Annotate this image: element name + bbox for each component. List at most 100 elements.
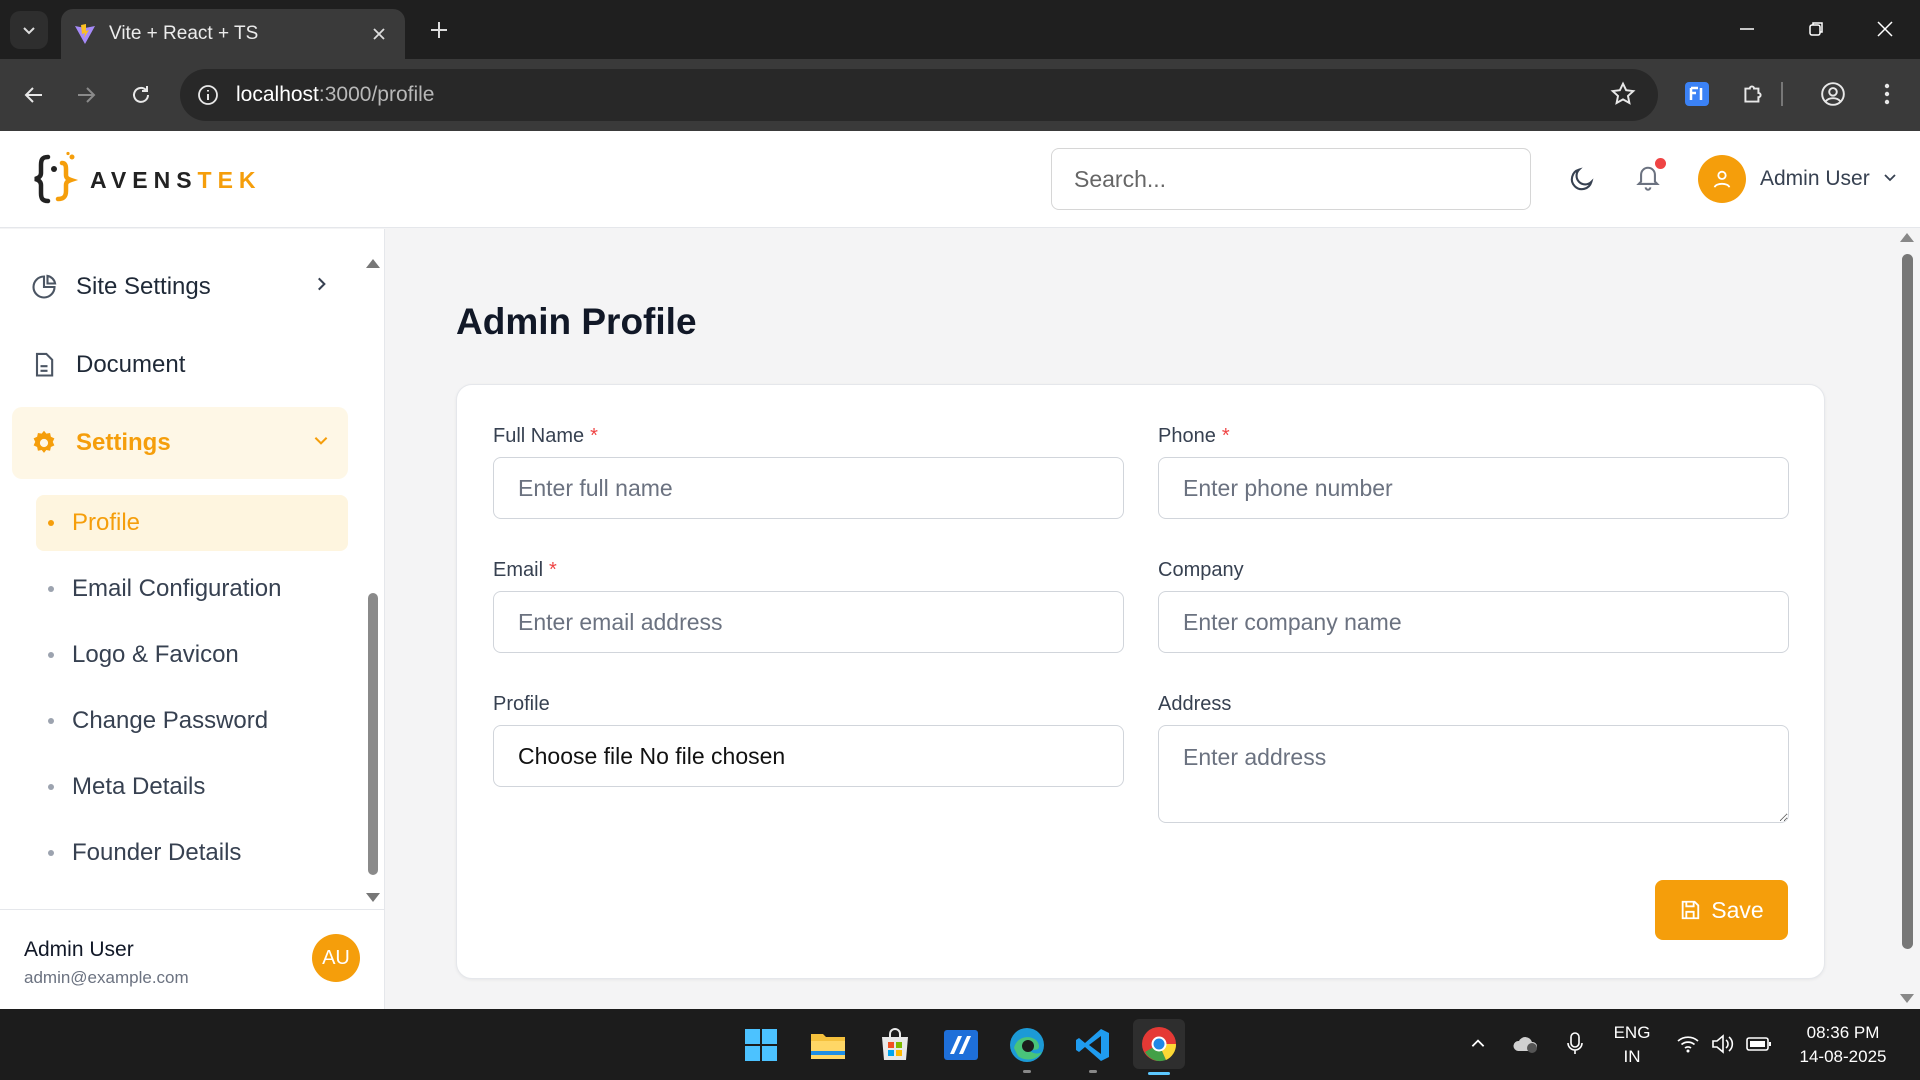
sidebar-scroll-down-arrow[interactable] xyxy=(366,893,380,902)
phone-input[interactable] xyxy=(1158,457,1789,519)
extensions-puzzle-icon[interactable] xyxy=(1736,77,1770,111)
clock[interactable]: 08:36 PM 14-08-2025 xyxy=(1788,1021,1898,1069)
tab-search-button[interactable] xyxy=(10,11,48,49)
windows-start-icon[interactable] xyxy=(739,1023,783,1067)
onedrive-icon[interactable] xyxy=(1511,1029,1541,1059)
document-icon xyxy=(35,352,54,377)
address-textarea[interactable] xyxy=(1158,725,1789,823)
sidebar-subitem-founder-details[interactable]: Founder Details xyxy=(36,825,348,881)
footer-user-name: Admin User xyxy=(24,938,134,961)
vscode-icon[interactable] xyxy=(1071,1023,1115,1073)
pie-chart-icon xyxy=(32,274,57,299)
volume-icon[interactable] xyxy=(1708,1029,1738,1059)
avatar xyxy=(1698,155,1746,203)
sidebar-subitem-meta-details[interactable]: Meta Details xyxy=(36,759,348,815)
bullet-icon xyxy=(48,784,54,790)
sidebar-subitem-change-password[interactable]: Change Password xyxy=(36,693,348,749)
app-icon[interactable] xyxy=(939,1023,983,1067)
file-input-text: Choose file No file chosen xyxy=(518,742,786,769)
close-icon xyxy=(1877,21,1893,37)
sidebar-item-settings[interactable]: Settings xyxy=(12,407,348,479)
phone-label: Phone * xyxy=(1158,425,1230,447)
close-window-button[interactable] xyxy=(1870,14,1900,44)
company-input[interactable] xyxy=(1158,591,1789,653)
sidebar-item-label: Settings xyxy=(76,429,171,456)
minimize-icon xyxy=(1740,28,1754,30)
microsoft-store-icon[interactable] xyxy=(873,1023,917,1067)
chevron-down-icon xyxy=(23,27,35,35)
page-scrollbar-thumb[interactable] xyxy=(1902,254,1913,949)
file-explorer-icon[interactable] xyxy=(806,1023,850,1067)
sidebar-item-site-settings[interactable]: Site Settings xyxy=(12,251,348,323)
back-button[interactable] xyxy=(18,79,50,111)
reload-icon xyxy=(133,86,149,103)
email-input[interactable] xyxy=(493,591,1124,653)
site-info-icon[interactable] xyxy=(194,81,222,109)
profile-file-input[interactable]: Choose file No file chosen xyxy=(493,725,1124,787)
profile-icon[interactable] xyxy=(1816,77,1850,111)
new-tab-button[interactable] xyxy=(425,16,453,44)
language-indicator[interactable]: ENG IN xyxy=(1610,1021,1654,1069)
microphone-icon[interactable] xyxy=(1560,1029,1590,1059)
sidebar-subitem-label: Email Configuration xyxy=(72,575,282,602)
chrome-icon[interactable] xyxy=(1133,1019,1185,1075)
page-title: Admin Profile xyxy=(456,301,697,342)
footer-user-email: admin@example.com xyxy=(24,968,189,987)
chevron-down-icon xyxy=(1882,169,1898,190)
sidebar-subitem-label: Founder Details xyxy=(72,839,242,866)
logo-text: AVENSTEK xyxy=(90,166,262,193)
user-icon xyxy=(1713,170,1731,188)
arrow-right-icon xyxy=(78,87,96,103)
sidebar-subitem-label: Meta Details xyxy=(72,773,206,800)
restore-button[interactable] xyxy=(1801,14,1831,44)
edge-icon[interactable] xyxy=(1005,1023,1049,1073)
active-indicator xyxy=(1148,1072,1170,1075)
browser-menu-icon[interactable] xyxy=(1870,77,1904,111)
tab-close-icon[interactable] xyxy=(367,22,391,46)
chevron-down-icon xyxy=(312,431,330,454)
full-name-input[interactable] xyxy=(493,457,1124,519)
bullet-icon xyxy=(48,520,54,526)
url-text: localhost:3000/profile xyxy=(236,83,435,106)
company-label: Company xyxy=(1158,559,1244,581)
bookmark-star-icon[interactable] xyxy=(1610,81,1636,112)
address-bar[interactable]: localhost:3000/profile xyxy=(180,69,1658,121)
restore-icon xyxy=(1809,22,1823,36)
vite-logo-icon xyxy=(75,24,95,44)
os-taskbar: ENG IN 08:36 PM 14-08-2025 xyxy=(0,1009,1920,1080)
tab-title: Vite + React + TS xyxy=(109,23,259,44)
sidebar-scrollbar-thumb[interactable] xyxy=(368,593,378,875)
page-scroll-up-arrow[interactable] xyxy=(1900,233,1914,242)
sidebar-subitem-logo-favicon[interactable]: Logo & Favicon xyxy=(36,627,348,683)
sidebar-subitem-profile[interactable]: Profile xyxy=(36,495,348,551)
page-scroll-down-arrow[interactable] xyxy=(1900,994,1914,1003)
sidebar-user-footer: Admin User admin@example.com AU xyxy=(0,909,385,1009)
gear-icon xyxy=(33,430,55,453)
sidebar-scroll-up-arrow[interactable] xyxy=(366,259,380,268)
sidebar-item-document[interactable]: Document xyxy=(12,329,348,401)
chevron-up-icon[interactable] xyxy=(1463,1029,1493,1059)
logo[interactable]: AVENSTEK xyxy=(32,151,262,209)
battery-icon[interactable] xyxy=(1744,1029,1774,1059)
forward-button[interactable] xyxy=(70,79,102,111)
extension-fi-icon[interactable] xyxy=(1680,77,1714,111)
dark-mode-toggle[interactable] xyxy=(1562,159,1602,199)
app-root: AVENSTEK Admin User Site Settings xyxy=(0,131,1920,1009)
sidebar-subitem-email-configuration[interactable]: Email Configuration xyxy=(36,561,348,617)
chevron-right-icon xyxy=(312,275,330,298)
reload-button[interactable] xyxy=(125,79,157,111)
user-menu[interactable]: Admin User xyxy=(1698,155,1898,203)
running-indicator xyxy=(1089,1070,1097,1073)
sidebar-nav: Site Settings Document Settings Profile … xyxy=(0,229,385,909)
save-button-label: Save xyxy=(1711,896,1764,923)
app-header: AVENSTEK Admin User xyxy=(0,131,1920,228)
toolbar-divider xyxy=(1780,77,1784,111)
wifi-icon[interactable] xyxy=(1673,1029,1703,1059)
browser-tab[interactable]: Vite + React + TS xyxy=(61,9,405,59)
minimize-button[interactable] xyxy=(1732,14,1762,44)
search-input[interactable] xyxy=(1051,148,1531,210)
avatar[interactable]: AU xyxy=(312,934,360,982)
notifications-button[interactable] xyxy=(1628,157,1668,197)
save-button[interactable]: Save xyxy=(1655,880,1788,940)
avenstek-logo-icon xyxy=(34,151,79,204)
